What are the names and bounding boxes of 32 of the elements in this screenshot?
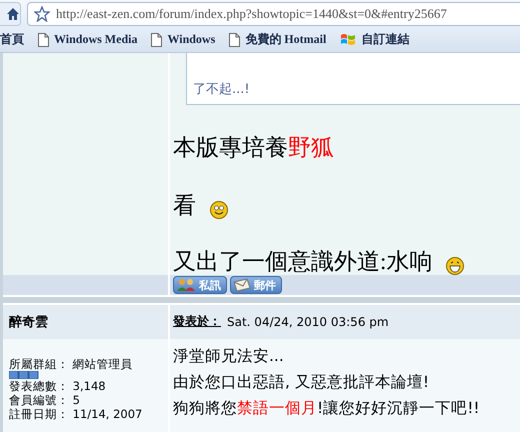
envelope-icon — [233, 278, 251, 292]
bookmark-link[interactable]: Windows — [151, 32, 216, 47]
grinning-smiley-icon — [446, 257, 464, 275]
windows-logo-icon — [340, 32, 356, 46]
bookmark-link[interactable]: Windows Media — [38, 32, 138, 47]
posted-label: 發表於： — [173, 313, 221, 330]
page-icon — [38, 32, 49, 46]
bookmark-link[interactable]: 自訂連結 — [340, 31, 410, 48]
home-button[interactable] — [0, 2, 21, 26]
smiley-icon — [210, 201, 228, 219]
rank-pips-icon — [9, 371, 39, 379]
post-text: 淨堂師兄法安... — [173, 347, 285, 366]
member-info: 發表總數： 3,148 — [9, 379, 107, 393]
quote-text: 了不起...! — [193, 81, 250, 98]
users-icon — [176, 278, 196, 292]
member-info: 註冊日期： 11/14, 2007 — [9, 407, 144, 421]
page-icon — [151, 32, 162, 46]
star-icon[interactable] — [34, 6, 50, 22]
member-info: 會員編號： 5 — [9, 393, 81, 407]
post-text: 狗狗將您禁語一個月!讓您好好沉靜一下吧!! — [173, 399, 481, 418]
post-text: 由於您口出惡語, 又惡意批評本論壇! — [173, 373, 430, 392]
author-name: 醉奇雲 — [8, 314, 49, 332]
post-text: 本版專培養野狐 — [173, 134, 334, 161]
member-info: 所屬群組： 網站管理員 — [9, 357, 134, 371]
post-text: 又出了一個意識外道:水响 — [173, 248, 432, 275]
post-text: 看 — [173, 192, 196, 219]
bookmark-link[interactable]: 免費的 Hotmail — [229, 31, 326, 48]
bookmark-link[interactable]: 首頁 — [0, 31, 24, 48]
home-icon — [6, 6, 20, 20]
post-date: Sat. 04/24, 2010 03:56 pm — [227, 314, 389, 328]
page-icon — [229, 32, 240, 46]
address-bar[interactable]: http://east-zen.com/forum/index.php?showtopic=1440&st=0&#entry25667 — [27, 2, 520, 26]
